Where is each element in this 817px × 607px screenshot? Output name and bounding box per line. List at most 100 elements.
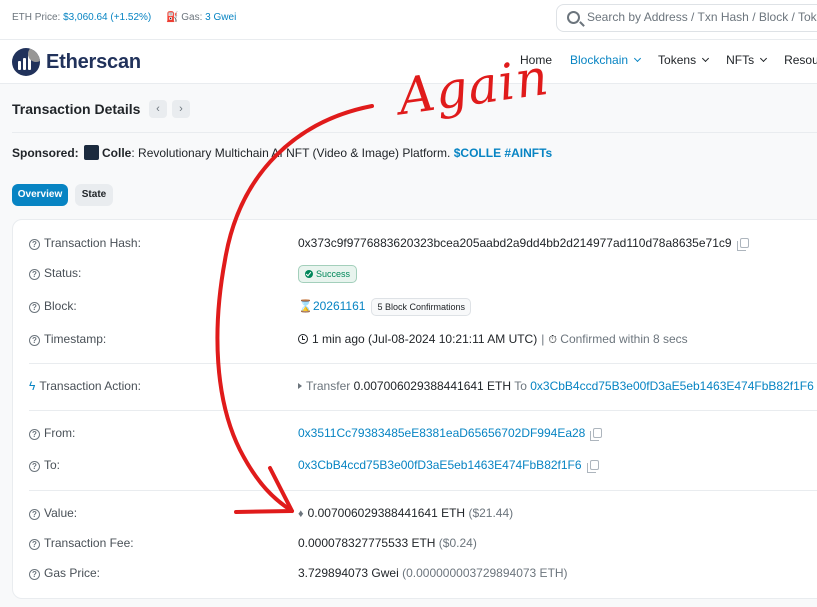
help-icon[interactable]: ? xyxy=(29,335,40,346)
value-usd: ($21.44) xyxy=(468,506,514,520)
to-row: ? To: 0x3CbB4ccd75B3e00fD3aE5eb1463E474Fb… xyxy=(29,458,817,476)
from-value-wrap: 0x3511Cc79383485eE8381eaD65656702DF994Ea… xyxy=(298,426,603,441)
status-row: ? Status: Success xyxy=(29,265,817,288)
to-label: To: xyxy=(44,458,61,472)
timestamp-value-wrap: 1 min ago (Jul-08-2024 10:21:11 AM UTC) |… xyxy=(298,332,688,347)
tx-action-row: ϟ Transaction Action: Transfer 0.00700602… xyxy=(29,379,817,397)
chevron-down-icon xyxy=(634,54,642,63)
ethereum-icon: ♦ xyxy=(298,508,304,520)
gas-pump-icon: ⛽ xyxy=(166,12,179,23)
etherscan-logo[interactable]: Etherscan xyxy=(12,48,141,76)
tx-hash-row: ? Transaction Hash: 0x373c9f9776883620323… xyxy=(29,236,817,254)
fee-row: ? Transaction Fee: 0.000078327775533 ETH … xyxy=(29,536,817,554)
gas-price-eth: (0.000000003729894073 ETH) xyxy=(402,566,568,580)
copy-icon[interactable] xyxy=(736,238,749,251)
clock-icon xyxy=(298,334,308,344)
help-icon[interactable]: ? xyxy=(29,269,40,280)
divider xyxy=(29,490,817,491)
block-value-wrap: ⌛20261161 5 Block Confirmations xyxy=(298,298,471,316)
tx-action-amount: 0.007006029388441641 ETH xyxy=(353,379,512,393)
block-label-wrap: ? Block: xyxy=(29,299,77,313)
nav-nfts-label: NFTs xyxy=(726,53,755,67)
gas-price-amount: 3.729894073 Gwei xyxy=(298,566,399,580)
divider xyxy=(29,363,817,364)
caret-right-icon[interactable] xyxy=(298,383,302,389)
chevron-down-icon xyxy=(702,54,710,63)
copy-icon[interactable] xyxy=(586,460,599,473)
from-row: ? From: 0x3511Cc79383485eE8381eaD65656702… xyxy=(29,426,817,444)
gas-value[interactable]: 3 Gwei xyxy=(205,12,236,23)
block-number[interactable]: 20261161 xyxy=(313,299,366,313)
help-icon[interactable]: ? xyxy=(29,569,40,580)
gas-label: Gas: xyxy=(181,12,203,23)
eth-price-value[interactable]: $3,060.64 (+1.52%) xyxy=(63,12,151,23)
to-address[interactable]: 0x3CbB4ccd75B3e00fD3aE5eb1463E474FbB82f1… xyxy=(298,458,582,472)
gas-price-label-wrap: ? Gas Price: xyxy=(29,566,100,580)
main-content: Transaction Details ‹ › Sponsored: Colle… xyxy=(0,84,817,607)
tx-action-label-wrap: ϟ Transaction Action: xyxy=(29,379,141,393)
status-label-wrap: ? Status: xyxy=(29,266,81,280)
top-bar: ETH Price: $3,060.64 (+1.52%) ⛽ Gas: 3 G… xyxy=(0,0,817,40)
logo-text: Etherscan xyxy=(46,50,141,73)
status-value-wrap: Success xyxy=(298,265,358,283)
nav-tokens-label: Tokens xyxy=(658,53,697,67)
help-icon[interactable]: ? xyxy=(29,302,40,313)
from-label-wrap: ? From: xyxy=(29,426,75,440)
value-label-wrap: ? Value: xyxy=(29,506,77,520)
timestamp-label: Timestamp: xyxy=(44,332,107,346)
divider xyxy=(12,132,817,133)
help-icon[interactable]: ? xyxy=(29,461,40,472)
nav-nfts[interactable]: NFTs xyxy=(726,53,768,67)
sponsored-banner: Sponsored: Colle: Revolutionary Multicha… xyxy=(12,145,552,160)
check-circle-icon xyxy=(305,270,313,278)
timestamp-row: ? Timestamp: 1 min ago (Jul-08-2024 10:21… xyxy=(29,332,817,350)
tab-state[interactable]: State xyxy=(75,184,113,206)
nav-blockchain[interactable]: Blockchain xyxy=(570,53,642,67)
fee-label-wrap: ? Transaction Fee: xyxy=(29,536,134,550)
stopwatch-icon: ⏱ xyxy=(548,334,557,346)
divider xyxy=(29,410,817,411)
sponsor-text: : Revolutionary Multichain AI NFT (Video… xyxy=(131,146,451,160)
next-transaction-button[interactable]: › xyxy=(172,100,190,118)
search-input[interactable] xyxy=(587,10,817,24)
prev-transaction-button[interactable]: ‹ xyxy=(149,100,167,118)
tab-overview[interactable]: Overview xyxy=(12,184,68,206)
search-icon xyxy=(567,11,580,24)
copy-icon[interactable] xyxy=(590,428,603,441)
tx-hash-value: 0x373c9f9776883620323bcea205aabd2a9dd4bb… xyxy=(298,236,732,250)
sponsor-hashtags[interactable]: $COLLE #AINFTs xyxy=(454,146,552,160)
help-icon[interactable]: ? xyxy=(29,509,40,520)
tx-hash-label-wrap: ? Transaction Hash: xyxy=(29,236,141,250)
from-address[interactable]: 0x3511Cc79383485eE8381eaD65656702DF994Ea… xyxy=(298,426,585,440)
nav-resources[interactable]: Resources xyxy=(784,53,817,67)
eth-price-label: ETH Price: xyxy=(12,12,61,23)
transaction-details-card: ? Transaction Hash: 0x373c9f9776883620323… xyxy=(12,219,817,599)
sponsor-name[interactable]: Colle xyxy=(102,146,131,160)
gas-price-label: Gas Price: xyxy=(44,566,101,580)
value-amount: 0.007006029388441641 ETH xyxy=(307,506,466,520)
nav-tokens[interactable]: Tokens xyxy=(658,53,710,67)
search-box[interactable] xyxy=(556,4,817,32)
etherscan-logo-icon xyxy=(12,48,40,76)
gas-price-row: ? Gas Price: 3.729894073 Gwei (0.00000000… xyxy=(29,566,817,584)
hourglass-icon: ⌛ xyxy=(298,299,313,313)
tx-action-label: Transaction Action: xyxy=(39,379,141,393)
help-icon[interactable]: ? xyxy=(29,239,40,250)
to-label-wrap: ? To: xyxy=(29,458,60,472)
confirmed-within: Confirmed within 8 secs xyxy=(560,332,688,346)
status-badge: Success xyxy=(298,265,358,283)
help-icon[interactable]: ? xyxy=(29,539,40,550)
timestamp-label-wrap: ? Timestamp: xyxy=(29,332,106,346)
tx-action-to-address[interactable]: 0x3CbB4ccd75B3e00fD3aE5eb1463E474FbB82f1… xyxy=(530,379,814,393)
block-label: Block: xyxy=(44,299,77,313)
gas-price-value-wrap: 3.729894073 Gwei (0.000000003729894073 E… xyxy=(298,566,568,580)
tx-action-value-wrap: Transfer 0.007006029388441641 ETH To 0x3… xyxy=(298,379,814,393)
value-value-wrap: ♦ 0.007006029388441641 ETH ($21.44) xyxy=(298,506,513,520)
fee-label: Transaction Fee: xyxy=(44,536,134,550)
separator: | xyxy=(541,332,545,346)
help-icon[interactable]: ? xyxy=(29,429,40,440)
status-text: Success xyxy=(316,269,351,279)
sponsor-label: Sponsored: xyxy=(12,146,79,160)
tx-action-prefix: Transfer xyxy=(306,379,351,393)
to-value-wrap: 0x3CbB4ccd75B3e00fD3aE5eb1463E474FbB82f1… xyxy=(298,458,599,473)
